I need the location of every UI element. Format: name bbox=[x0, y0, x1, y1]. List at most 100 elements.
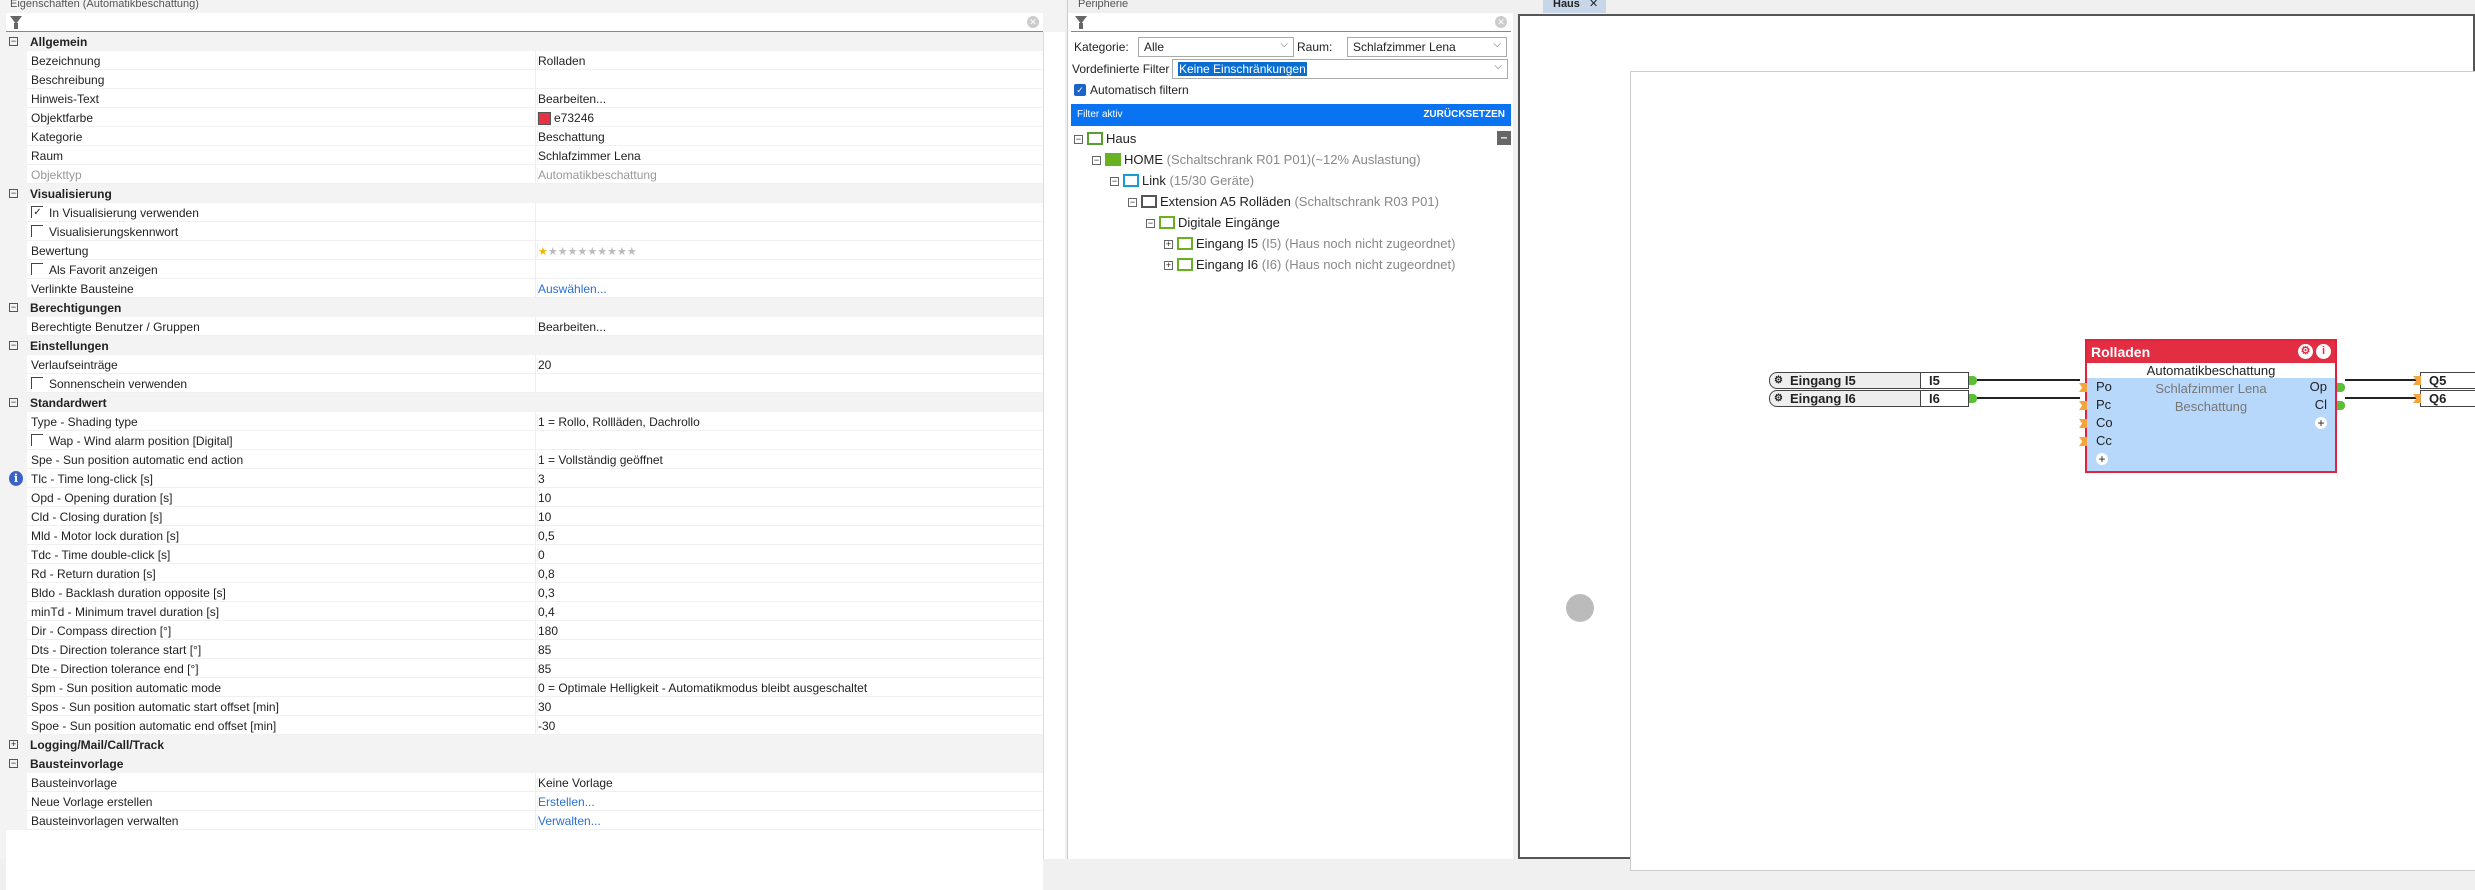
collapse-icon[interactable]: − bbox=[9, 37, 18, 46]
gear-icon[interactable]: ⚙ bbox=[2298, 344, 2313, 359]
property-value[interactable]: 180 bbox=[537, 624, 558, 638]
block-input-port[interactable]: Po bbox=[2096, 379, 2112, 394]
section-berechtigungen[interactable]: − Berechtigungen bbox=[6, 298, 1043, 317]
clear-filter-icon[interactable]: ✕ bbox=[1495, 16, 1507, 28]
section-bausteinvorlage[interactable]: − Bausteinvorlage bbox=[6, 754, 1043, 773]
close-tab-icon[interactable]: ✕ bbox=[1589, 0, 1598, 10]
property-value[interactable]: -30 bbox=[537, 719, 555, 733]
collapse-icon[interactable]: − bbox=[1146, 219, 1155, 228]
star-icon[interactable]: ★ bbox=[587, 246, 597, 258]
checkbox[interactable] bbox=[31, 377, 43, 389]
checkbox[interactable] bbox=[31, 225, 43, 237]
output-port[interactable] bbox=[1969, 394, 1977, 403]
collapse-icon[interactable]: − bbox=[9, 189, 18, 198]
property-value[interactable]: 1 = Rollo, Rollläden, Dachrollo bbox=[537, 415, 700, 429]
property-value[interactable]: Schlafzimmer Lena bbox=[537, 149, 641, 163]
section-standardwert[interactable]: − Standardwert bbox=[6, 393, 1043, 412]
property-value[interactable]: 0,5 bbox=[537, 529, 555, 543]
block-output-port[interactable]: Op bbox=[2310, 379, 2327, 394]
property-value[interactable]: 30 bbox=[537, 700, 551, 714]
color-swatch[interactable] bbox=[538, 112, 551, 125]
star-icon[interactable]: ★ bbox=[597, 246, 607, 258]
peripheral-filter-input[interactable]: ✕ bbox=[1071, 13, 1511, 32]
gear-icon[interactable]: ⚙ bbox=[1774, 391, 1783, 406]
tree-node[interactable]: − Haus bbox=[1074, 131, 1136, 146]
property-grid-scrollbar[interactable] bbox=[1043, 32, 1065, 859]
canvas-handle[interactable] bbox=[1566, 594, 1594, 622]
reset-filter-button[interactable]: ZURÜCKSETZEN bbox=[1423, 104, 1505, 126]
collapse-icon[interactable]: − bbox=[9, 759, 18, 768]
property-value[interactable]: 85 bbox=[537, 643, 551, 657]
property-filter-input[interactable]: ✕ bbox=[6, 13, 1043, 32]
checkbox[interactable] bbox=[31, 263, 43, 275]
collapse-icon[interactable]: − bbox=[1110, 177, 1119, 186]
section-einstellungen[interactable]: − Einstellungen bbox=[6, 336, 1043, 355]
output-port[interactable] bbox=[1969, 376, 1977, 385]
input-node[interactable]: ⚙ Eingang I6 I6 bbox=[1769, 390, 1969, 407]
property-value[interactable]: Auswählen... bbox=[537, 282, 607, 296]
tab-haus[interactable]: Haus ✕ bbox=[1543, 0, 1607, 13]
block-input-port[interactable]: Pc bbox=[2096, 397, 2111, 412]
clear-filter-icon[interactable]: ✕ bbox=[1027, 16, 1039, 28]
collapse-icon[interactable]: − bbox=[9, 398, 18, 407]
raum-select[interactable]: Schlafzimmer Lena ⌵ bbox=[1347, 37, 1507, 57]
star-icon[interactable]: ★ bbox=[538, 246, 548, 258]
output-port-connector[interactable] bbox=[2337, 401, 2345, 410]
star-icon[interactable]: ★ bbox=[568, 246, 578, 258]
property-value[interactable]: 1 = Vollständig geöffnet bbox=[537, 453, 663, 467]
property-value[interactable]: Bearbeiten... bbox=[537, 320, 606, 334]
output-port-connector[interactable] bbox=[2337, 383, 2345, 392]
kategorie-select[interactable]: Alle ⌵ bbox=[1138, 37, 1294, 57]
expand-icon[interactable]: + bbox=[1164, 261, 1173, 270]
tree-node[interactable]: + Eingang I5 (I5) (Haus noch nicht zugeor… bbox=[1164, 236, 1455, 251]
star-icon[interactable]: ★ bbox=[548, 246, 558, 258]
tree-node[interactable]: − Digitale Eingänge bbox=[1146, 215, 1280, 230]
section-logging-mail-call-track[interactable]: + Logging/Mail/Call/Track bbox=[6, 735, 1043, 754]
add-input-button[interactable]: + bbox=[2096, 453, 2108, 465]
expand-icon[interactable]: + bbox=[9, 740, 18, 749]
section-visualisierung[interactable]: − Visualisierung bbox=[6, 184, 1043, 203]
input-node[interactable]: ⚙ Eingang I5 I5 bbox=[1769, 372, 1969, 389]
property-value[interactable]: Keine Vorlage bbox=[537, 776, 613, 790]
info-icon[interactable]: i bbox=[2316, 344, 2331, 359]
property-value[interactable]: 85 bbox=[537, 662, 551, 676]
star-icon[interactable]: ★ bbox=[617, 246, 627, 258]
add-output-button[interactable]: + bbox=[2315, 417, 2327, 429]
property-value[interactable]: 20 bbox=[537, 358, 551, 372]
property-value[interactable]: 0,3 bbox=[537, 586, 555, 600]
star-icon[interactable]: ★ bbox=[627, 246, 637, 258]
star-icon[interactable]: ★ bbox=[558, 246, 568, 258]
star-icon[interactable]: ★ bbox=[578, 246, 588, 258]
property-value[interactable]: 0,4 bbox=[537, 605, 555, 619]
expand-icon[interactable]: + bbox=[1164, 240, 1173, 249]
collapse-icon[interactable]: − bbox=[9, 303, 18, 312]
collapse-icon[interactable]: − bbox=[1092, 156, 1101, 165]
block-input-port[interactable]: Co bbox=[2096, 415, 2113, 430]
tree-node[interactable]: − Link (15/30 Geräte) bbox=[1110, 173, 1254, 188]
rating-stars[interactable]: ★★★★★★★★★★ bbox=[537, 244, 637, 258]
gear-icon[interactable]: ⚙ bbox=[1774, 373, 1783, 388]
section-allgemein[interactable]: − Allgemein bbox=[6, 32, 1043, 51]
block-input-port[interactable]: Cc bbox=[2096, 433, 2112, 448]
predefined-filter-select[interactable]: Keine Einschränkungen ⌵ bbox=[1172, 59, 1508, 79]
output-node[interactable]: Q5 bbox=[2420, 372, 2475, 389]
tree-node[interactable]: − HOME (Schaltschrank R01 P01)(~12% Ausla… bbox=[1092, 152, 1421, 167]
logic-canvas[interactable]: Rolladen ⚙ i Automatikbeschattung Schlaf… bbox=[1518, 14, 2475, 871]
rolladen-block[interactable]: Rolladen ⚙ i Automatikbeschattung Schlaf… bbox=[2079, 339, 2345, 473]
property-value[interactable]: Bearbeiten... bbox=[537, 92, 606, 106]
collapse-all-button[interactable]: – bbox=[1497, 131, 1511, 145]
block-output-port[interactable]: Cl bbox=[2315, 397, 2327, 412]
collapse-icon[interactable]: − bbox=[1128, 198, 1137, 207]
property-value[interactable]: Beschattung bbox=[537, 130, 605, 144]
property-value[interactable]: Rolladen bbox=[537, 54, 585, 68]
checkbox[interactable] bbox=[31, 434, 43, 446]
tree-node[interactable]: + Eingang I6 (I6) (Haus noch nicht zugeor… bbox=[1164, 257, 1455, 272]
star-icon[interactable]: ★ bbox=[607, 246, 617, 258]
property-value[interactable]: 3 bbox=[537, 472, 545, 486]
property-value[interactable]: 10 bbox=[537, 510, 551, 524]
property-value[interactable]: 10 bbox=[537, 491, 551, 505]
property-value[interactable]: Erstellen... bbox=[537, 795, 595, 809]
collapse-icon[interactable]: − bbox=[1074, 135, 1083, 144]
property-value[interactable]: e73246 bbox=[537, 111, 594, 125]
checkbox[interactable]: ✓ bbox=[31, 206, 43, 218]
